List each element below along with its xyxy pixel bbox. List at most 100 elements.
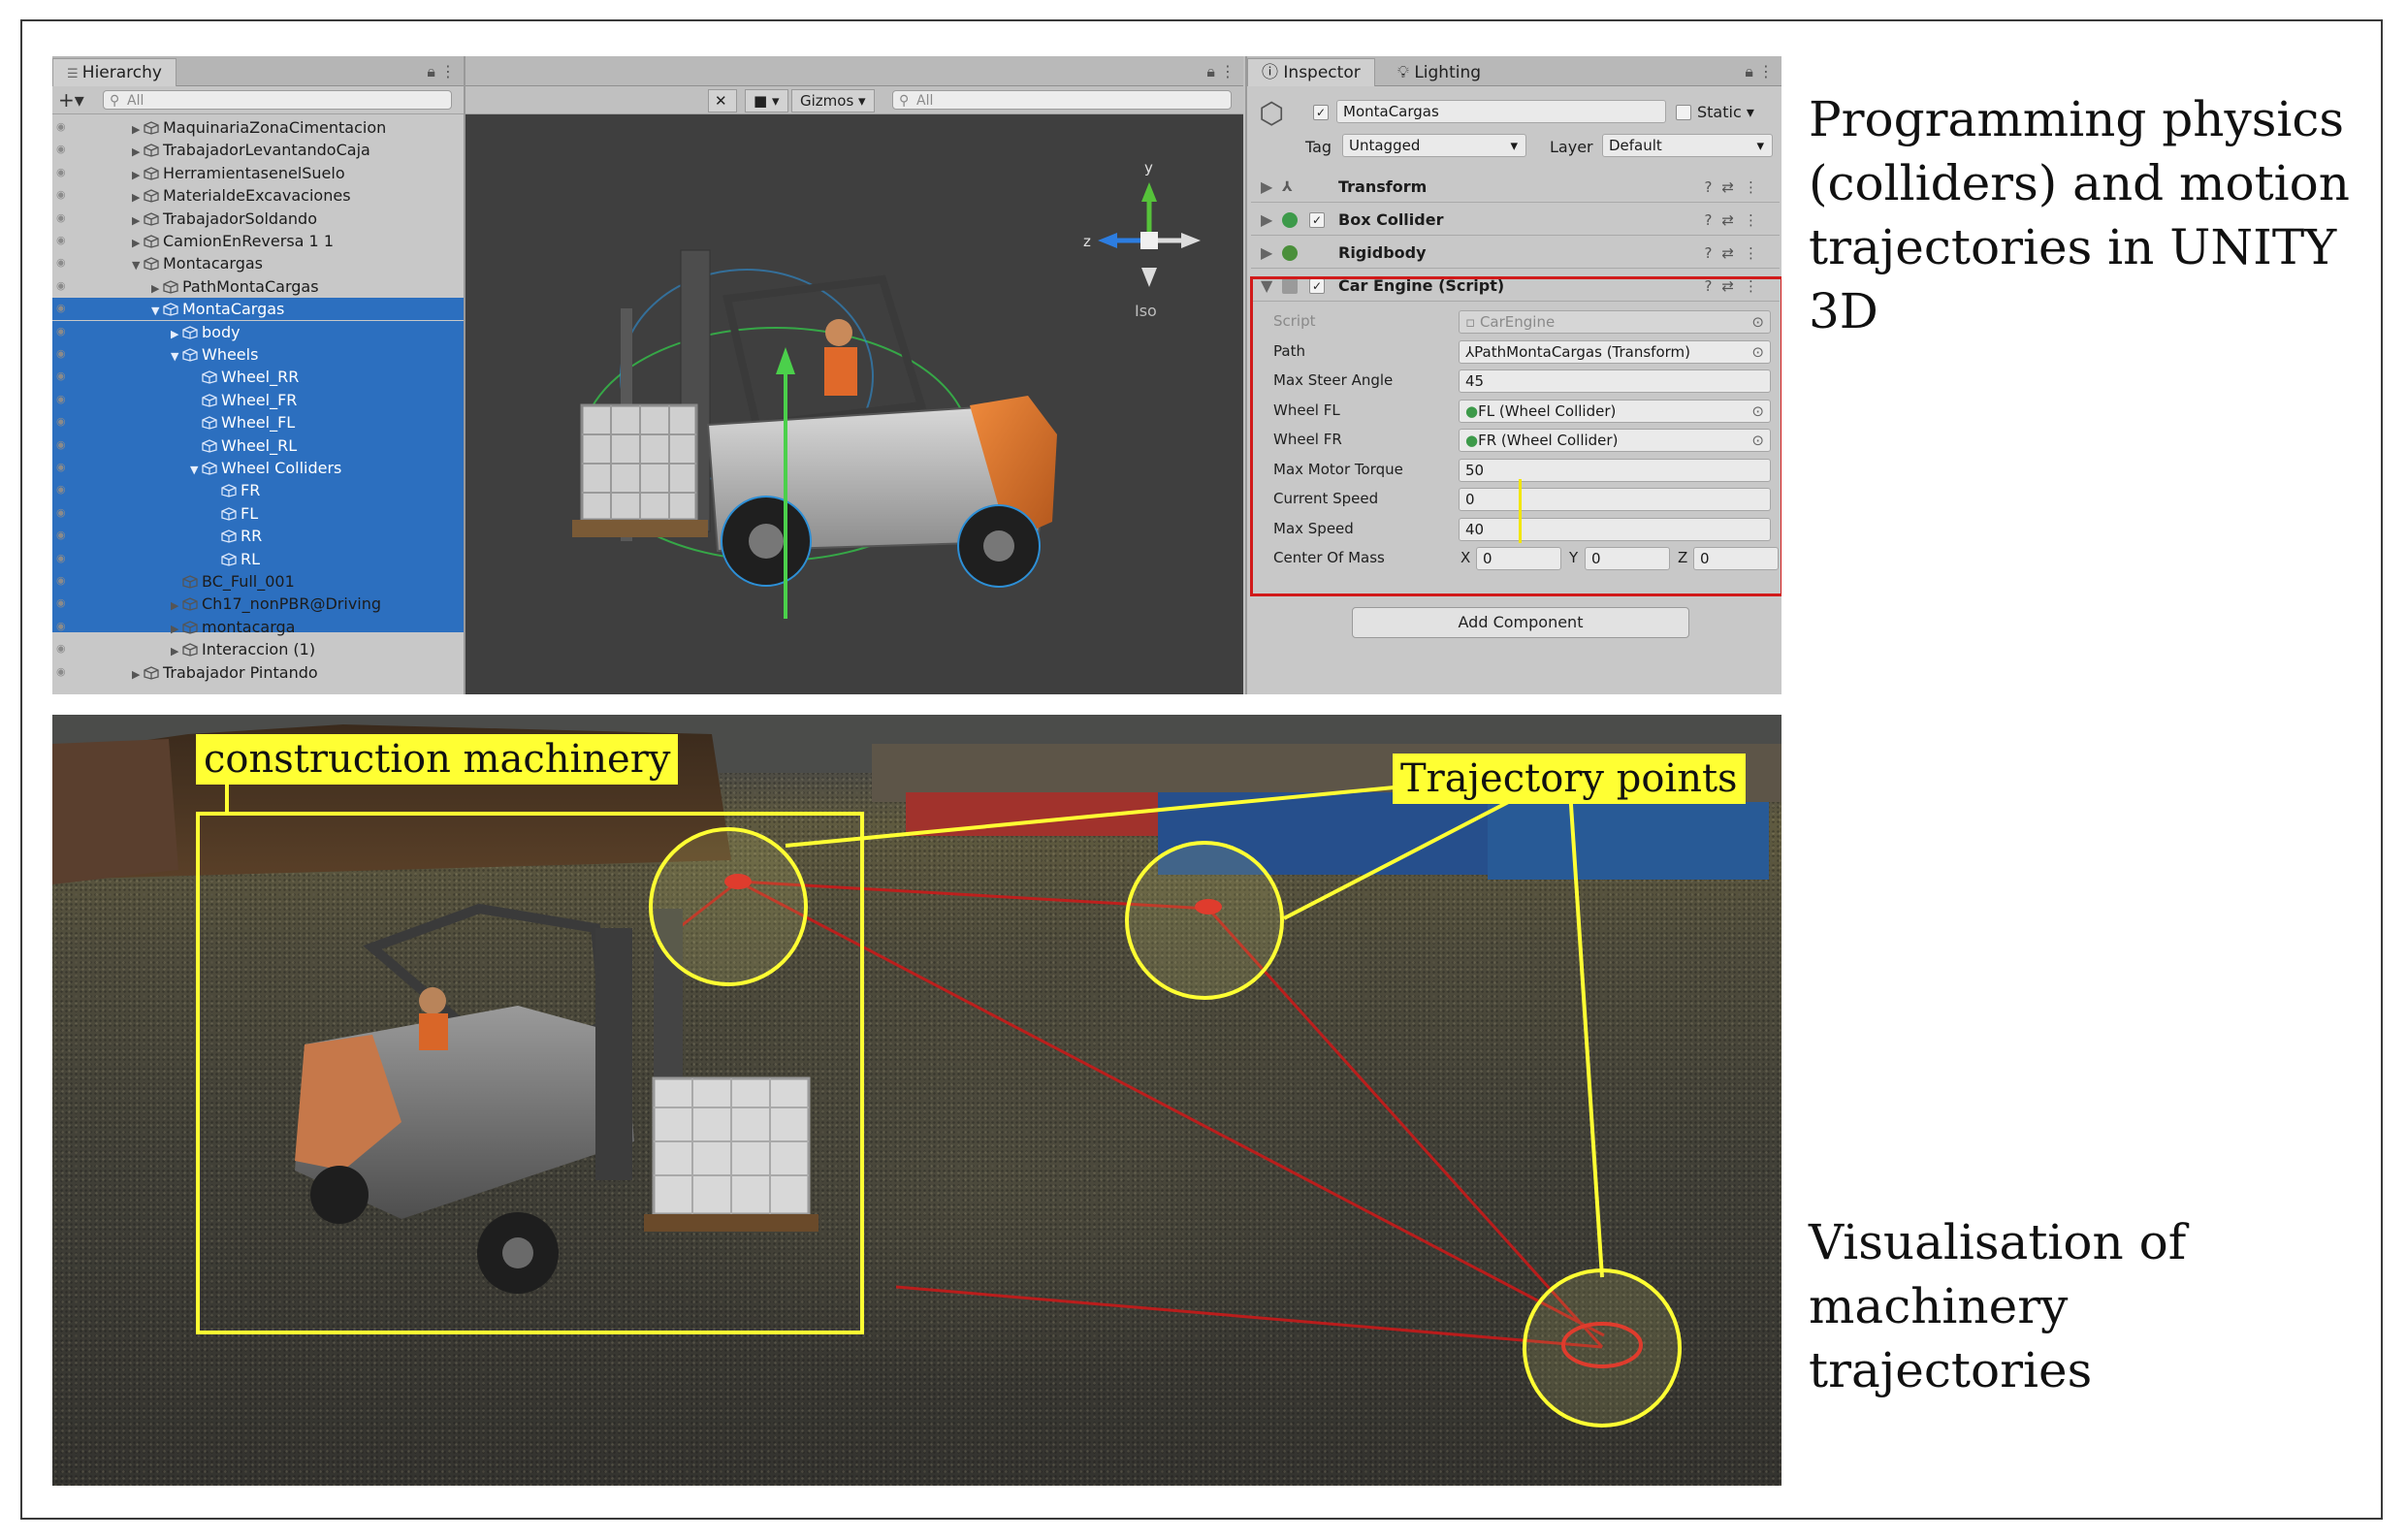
expand-arrow-icon[interactable]: ▶: [132, 186, 144, 209]
hierarchy-item[interactable]: ◉ RL: [52, 547, 464, 570]
visibility-icon[interactable]: ◉: [56, 666, 68, 677]
hierarchy-item[interactable]: ◉ ▶ TrabajadorLevantandoCaja: [52, 139, 464, 161]
hierarchy-search-input[interactable]: ⚲ All: [103, 90, 452, 110]
collapse-arrow-icon[interactable]: ▼: [171, 345, 182, 368]
tag-dropdown[interactable]: Untagged ▾: [1342, 134, 1526, 157]
expand-arrow-icon[interactable]: ▶: [151, 277, 163, 300]
visibility-icon[interactable]: ◉: [56, 621, 68, 631]
component-rigidbody[interactable]: ▶ Rigidbody ?⇄⋮: [1251, 239, 1780, 269]
gizmos-button[interactable]: Gizmos ▾: [791, 89, 875, 112]
hierarchy-item[interactable]: ◉ ▶ MaterialdeExcavaciones: [52, 184, 464, 207]
collapse-arrow-icon[interactable]: ▼: [132, 254, 144, 276]
inspector-lock-icon[interactable]: 🔒︎ ⋮: [1745, 62, 1774, 81]
expand-arrow-icon[interactable]: ▶: [132, 663, 144, 686]
gameobject-icon: ⬡: [1259, 97, 1285, 131]
visibility-icon[interactable]: ◉: [56, 416, 68, 427]
collapse-arrow-icon[interactable]: ▼: [151, 300, 163, 322]
visibility-icon[interactable]: ◉: [56, 553, 68, 563]
expand-arrow-icon[interactable]: ▶: [132, 232, 144, 254]
component-transform[interactable]: ▶ ⅄ Transform ?⇄⋮: [1251, 173, 1780, 203]
expand-arrow-icon[interactable]: ▶: [132, 118, 144, 141]
scene-view[interactable]: 🔒︎ ⋮ ✕ ■ ▾ Gizmos ▾ ⚲ All y z Iso: [465, 56, 1243, 694]
component-enabled-checkbox[interactable]: ✓: [1309, 212, 1325, 228]
hierarchy-item[interactable]: ◉ RR: [52, 525, 464, 548]
visibility-icon[interactable]: ◉: [56, 370, 68, 381]
hierarchy-item[interactable]: ◉ ▶ Interaccion (1): [52, 638, 464, 660]
hierarchy-item[interactable]: ◉ ▶ PathMontaCargas: [52, 275, 464, 298]
hierarchy-item[interactable]: ◉ ▼ Wheel Colliders: [52, 457, 464, 479]
component-box-collider[interactable]: ▶ ✓ Box Collider ?⇄⋮: [1251, 206, 1780, 236]
move-gizmo-y-head[interactable]: [776, 347, 795, 374]
visibility-icon[interactable]: ◉: [56, 348, 68, 359]
hierarchy-item[interactable]: ◉ ▶ MaquinariaZonaCimentacion: [52, 116, 464, 139]
hierarchy-item-label: RR: [241, 527, 263, 546]
component-menu-icon[interactable]: ?⇄⋮: [1704, 173, 1768, 202]
hierarchy-item[interactable]: ◉ ▶ body: [52, 320, 464, 345]
visibility-icon[interactable]: ◉: [56, 189, 68, 200]
visibility-icon[interactable]: ◉: [56, 121, 68, 132]
hierarchy-item[interactable]: ◉ ▼ Wheels: [52, 343, 464, 366]
expand-arrow-icon[interactable]: ▶: [171, 594, 182, 617]
tools-icon[interactable]: ✕: [708, 89, 737, 112]
lock-icon[interactable]: 🔒︎ ⋮: [427, 62, 456, 81]
tab-lighting[interactable]: 💡︎ Lighting: [1383, 58, 1495, 86]
scene-search-input[interactable]: ⚲ All: [892, 90, 1232, 110]
tab-inspector[interactable]: ⓘ Inspector: [1247, 58, 1375, 86]
visibility-icon[interactable]: ◉: [56, 235, 68, 245]
visibility-icon[interactable]: ◉: [56, 394, 68, 404]
visibility-icon[interactable]: ◉: [56, 484, 68, 495]
component-menu-icon[interactable]: ?⇄⋮: [1704, 239, 1768, 268]
visibility-icon[interactable]: ◉: [56, 643, 68, 654]
visibility-icon[interactable]: ◉: [56, 144, 68, 154]
projection-label[interactable]: Iso: [1135, 302, 1157, 320]
collapse-arrow-icon[interactable]: ▼: [190, 459, 202, 481]
expand-arrow-icon[interactable]: ▶: [132, 141, 144, 163]
visibility-icon[interactable]: ◉: [56, 575, 68, 586]
visibility-icon[interactable]: ◉: [56, 280, 68, 291]
visibility-icon[interactable]: ◉: [56, 212, 68, 223]
object-name-field[interactable]: MontaCargas: [1336, 100, 1666, 123]
hierarchy-item[interactable]: ◉ BC_Full_001: [52, 570, 464, 593]
expand-arrow-icon[interactable]: ▶: [171, 618, 182, 640]
hierarchy-item[interactable]: ◉ FL: [52, 501, 464, 525]
component-menu-icon[interactable]: ?⇄⋮: [1704, 206, 1768, 235]
expand-arrow-icon[interactable]: ▶: [132, 164, 144, 186]
hierarchy-item[interactable]: ◉ ▶ Trabajador Pintando: [52, 661, 464, 684]
active-checkbox[interactable]: ✓: [1313, 105, 1329, 120]
expand-arrow-icon[interactable]: ▶: [171, 323, 182, 345]
visibility-icon[interactable]: ◉: [56, 439, 68, 450]
scene-viewport[interactable]: y z Iso: [465, 114, 1243, 694]
gameobject-icon: [182, 572, 198, 589]
visibility-icon[interactable]: ◉: [56, 326, 68, 337]
visibility-icon[interactable]: ◉: [56, 167, 68, 177]
layer-dropdown[interactable]: Default ▾: [1602, 134, 1773, 157]
hierarchy-item[interactable]: ◉ Wheel_RL: [52, 433, 464, 457]
visibility-icon[interactable]: ◉: [56, 303, 68, 313]
hierarchy-item[interactable]: ◉ ▼ Montacargas: [52, 252, 464, 274]
hierarchy-item[interactable]: ◉ ▶ CamionEnReversa 1 1: [52, 230, 464, 252]
hierarchy-item[interactable]: ◉ ▶ Ch17_nonPBR@Driving: [52, 593, 464, 615]
camera-button[interactable]: ■ ▾: [745, 89, 788, 112]
hierarchy-item[interactable]: ◉ Wheel_RR: [52, 366, 464, 389]
visibility-icon[interactable]: ◉: [56, 597, 68, 608]
visibility-icon[interactable]: ◉: [56, 507, 68, 518]
add-component-button[interactable]: Add Component: [1352, 607, 1689, 638]
hierarchy-item[interactable]: ◉ ▶ TrabajadorSoldando: [52, 208, 464, 230]
visibility-icon[interactable]: ◉: [56, 462, 68, 472]
add-icon[interactable]: +▾: [58, 88, 84, 112]
expand-arrow-icon[interactable]: ▶: [132, 209, 144, 232]
hierarchy-item[interactable]: ◉ ▶ montacarga: [52, 616, 464, 638]
visibility-icon[interactable]: ◉: [56, 529, 68, 540]
hierarchy-item[interactable]: ◉ Wheel_FL: [52, 411, 464, 434]
hierarchy-item[interactable]: ◉ ▼ MontaCargas: [52, 298, 464, 322]
hierarchy-item[interactable]: ◉ Wheel_FR: [52, 388, 464, 411]
orientation-gizmo[interactable]: [1098, 182, 1201, 287]
static-checkbox[interactable]: [1676, 105, 1691, 120]
scene-lock-icon[interactable]: 🔒︎ ⋮: [1206, 62, 1236, 81]
hierarchy-item[interactable]: ◉ ▶ HerramientasenelSuelo: [52, 162, 464, 184]
tab-hierarchy[interactable]: ☰ Hierarchy: [52, 58, 177, 86]
expand-arrow-icon[interactable]: ▶: [171, 640, 182, 662]
visibility-icon[interactable]: ◉: [56, 257, 68, 268]
hierarchy-item[interactable]: ◉ FR: [52, 479, 464, 502]
static-label[interactable]: Static ▾: [1697, 103, 1754, 121]
